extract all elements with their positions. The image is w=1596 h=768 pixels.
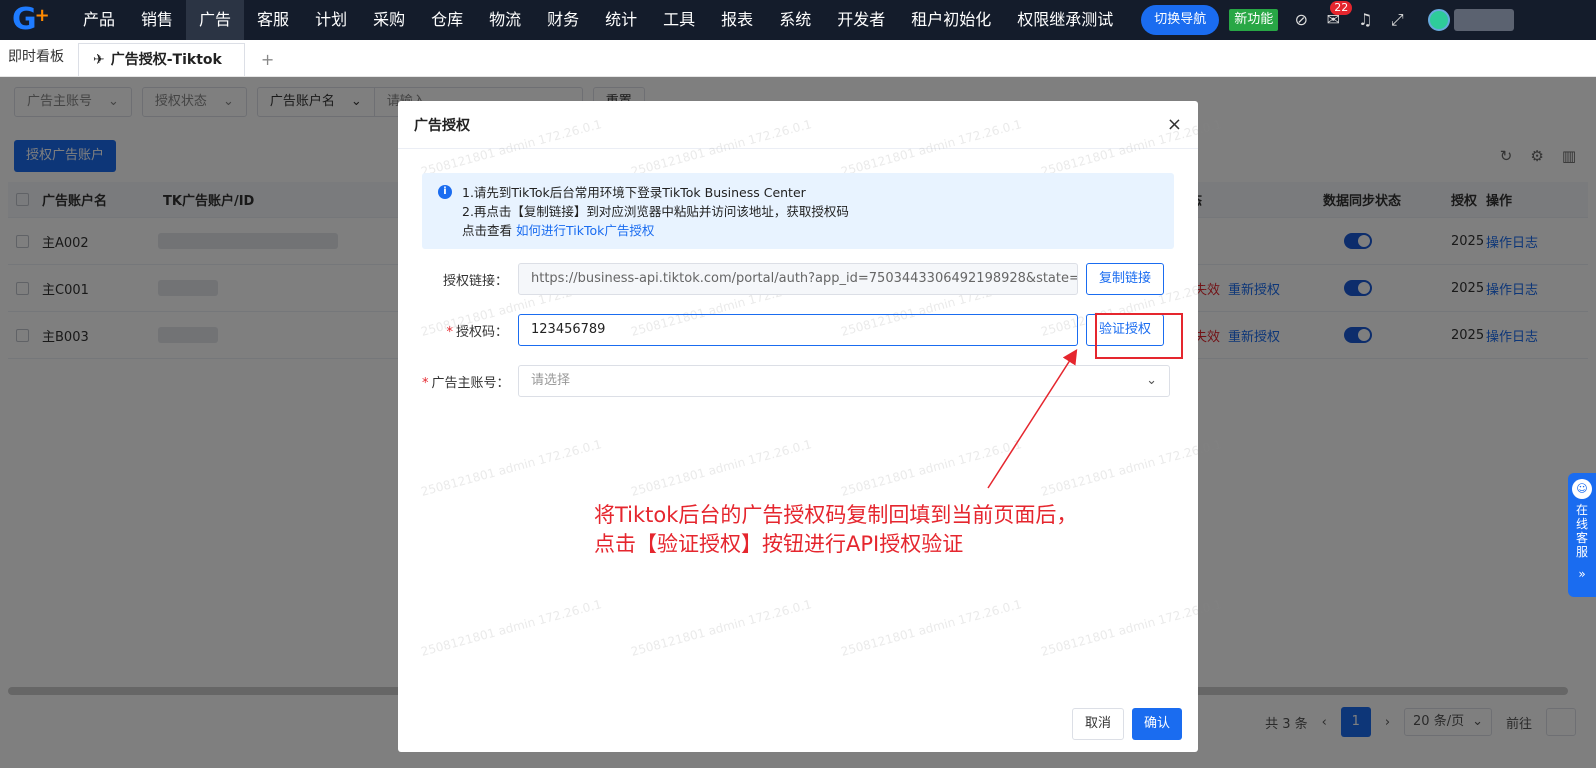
notice-line-1: 1.请先到TikTok后台常用环境下登录TikTok Business Cent… — [462, 185, 806, 200]
tab-ad-auth-tiktok[interactable]: ✈ 广告授权-Tiktok — [78, 43, 245, 76]
tab-label: 广告授权-Tiktok — [110, 51, 222, 68]
auth-link-label: 授权链接： — [442, 273, 508, 289]
annotation-line-2: 点击【验证授权】按钮进行API授权验证 — [594, 532, 964, 556]
nav-item[interactable]: 采购 — [360, 0, 418, 40]
dialog-title: 广告授权 — [414, 117, 470, 134]
verify-button-highlight — [1095, 313, 1183, 359]
message-icon[interactable]: ✉ 22 — [1324, 1, 1353, 29]
help-icon[interactable]: ⊘ — [1292, 11, 1310, 29]
watermark-text: 2508121801 admin 172.26.0.1 — [629, 597, 814, 659]
nav-item[interactable]: 广告 — [186, 0, 245, 40]
nav-item[interactable]: 客服 — [244, 0, 302, 40]
fullscreen-icon[interactable]: ⤢ — [1388, 11, 1406, 29]
headset-icon: ☺ — [1572, 479, 1592, 499]
dialog-header: 广告授权 × — [398, 101, 1198, 149]
message-count-badge: 22 — [1330, 1, 1353, 15]
auth-code-row: * 授权码： 123456789 验证授权 — [422, 314, 1165, 346]
app-logo[interactable]: G + — [0, 0, 70, 40]
dialog-footer: 取消 确认 — [1071, 708, 1182, 740]
new-feature-button[interactable]: 新功能 — [1229, 9, 1279, 31]
nav-item[interactable]: 仓库 — [418, 0, 476, 40]
auth-code-label: * 授权码： — [446, 324, 508, 340]
info-icon: i — [438, 185, 452, 199]
confirm-button[interactable]: 确认 — [1131, 708, 1182, 740]
online-service-label: 在线客服 — [1575, 503, 1588, 559]
nav-item[interactable]: 财务 — [534, 0, 592, 40]
watermark-text: 2508121801 admin 172.26.0.1 — [839, 597, 1024, 659]
switch-nav-button[interactable]: 切换导航 — [1141, 5, 1220, 35]
close-icon[interactable]: × — [1167, 114, 1182, 135]
watermark-text: 2508121801 admin 172.26.0.1 — [419, 437, 604, 499]
owner-account-label: * 广告主账号： — [422, 375, 510, 391]
nav-item[interactable]: 产品 — [70, 0, 128, 40]
logo-g: G — [12, 2, 37, 37]
owner-account-row: * 广告主账号： 请选择 ⌄ — [422, 365, 1170, 397]
chevron-down-icon: ⌄ — [1146, 373, 1157, 388]
user-name-blurred[interactable] — [1454, 9, 1515, 31]
auth-code-input[interactable]: 123456789 — [518, 314, 1078, 346]
nav-item[interactable]: 权限继承测试 — [1004, 0, 1126, 40]
main-menu: 产品 销售 广告 客服 计划 采购 仓库 物流 财务 统计 工具 报表 系统 开发者 租户初始化 权限继承测试 — [70, 0, 1126, 40]
nav-item[interactable]: 系统 — [766, 0, 824, 40]
annotation-line-1: 将Tiktok后台的广告授权码复制回填到当前页面后， — [594, 503, 1078, 527]
required-mark: * — [422, 375, 429, 391]
auth-help-link[interactable]: 如何进行TikTok广告授权 — [516, 223, 654, 238]
nav-item[interactable]: 计划 — [302, 0, 360, 40]
ad-auth-dialog: 2508121801 admin 172.26.0.1 2508121801 ad… — [398, 101, 1223, 752]
add-tab-button[interactable]: + — [261, 43, 274, 76]
cancel-button[interactable]: 取消 — [1071, 708, 1124, 740]
watermark-text: 2508121801 admin 172.26.0.1 — [1039, 597, 1224, 659]
watermark-text: 2508121801 admin 172.26.0.1 — [629, 437, 814, 499]
nav-item[interactable]: 租户初始化 — [898, 0, 1004, 40]
expand-icon[interactable]: » — [1578, 567, 1585, 581]
notice-line-2: 2.再点击【复制链接】到对应浏览器中粘贴并访问该地址，获取授权码 — [462, 204, 849, 219]
annotation-text: 将Tiktok后台的广告授权码复制回填到当前页面后， 点击【验证授权】按钮进行A… — [594, 501, 1077, 559]
owner-account-select[interactable]: 请选择 ⌄ — [518, 365, 1170, 397]
nav-item[interactable]: 销售 — [128, 0, 186, 40]
online-service-widget[interactable]: ☺ 在线客服 » — [1568, 473, 1596, 597]
nav-item[interactable]: 工具 — [650, 0, 708, 40]
logo-plus: + — [34, 4, 50, 26]
auth-link-row: 授权链接： https://business-api.tiktok.com/po… — [422, 263, 1165, 295]
pin-icon[interactable]: ✈ — [93, 44, 105, 77]
avatar[interactable] — [1428, 9, 1451, 31]
bell-icon[interactable]: ♫ — [1356, 11, 1374, 29]
nav-item[interactable]: 统计 — [592, 0, 650, 40]
auth-link-input[interactable]: https://business-api.tiktok.com/portal/a… — [518, 263, 1078, 295]
auth-notice: i 1.请先到TikTok后台常用环境下登录TikTok Business Ce… — [422, 173, 1174, 249]
watermark-text: 2508121801 admin 172.26.0.1 — [839, 437, 1024, 499]
copy-link-button[interactable]: 复制链接 — [1086, 263, 1165, 295]
nav-item[interactable]: 物流 — [476, 0, 534, 40]
top-navigation: G + 产品 销售 广告 客服 计划 采购 仓库 物流 财务 统计 工具 报表 系统 开发者 租户初始化 权限继… — [0, 0, 1596, 40]
nav-item[interactable]: 开发者 — [824, 0, 898, 40]
tab-bar: 即时看板 ✈ 广告授权-Tiktok + — [0, 40, 1596, 77]
notice-line-3: 点击查看 如何进行TikTok广告授权 — [462, 223, 655, 238]
tab-dashboard[interactable]: 即时看板 — [0, 39, 72, 76]
nav-item[interactable]: 报表 — [708, 0, 766, 40]
watermark-text: 2508121801 admin 172.26.0.1 — [1039, 437, 1224, 499]
watermark-text: 2508121801 admin 172.26.0.1 — [419, 597, 604, 659]
required-mark: * — [446, 324, 453, 340]
